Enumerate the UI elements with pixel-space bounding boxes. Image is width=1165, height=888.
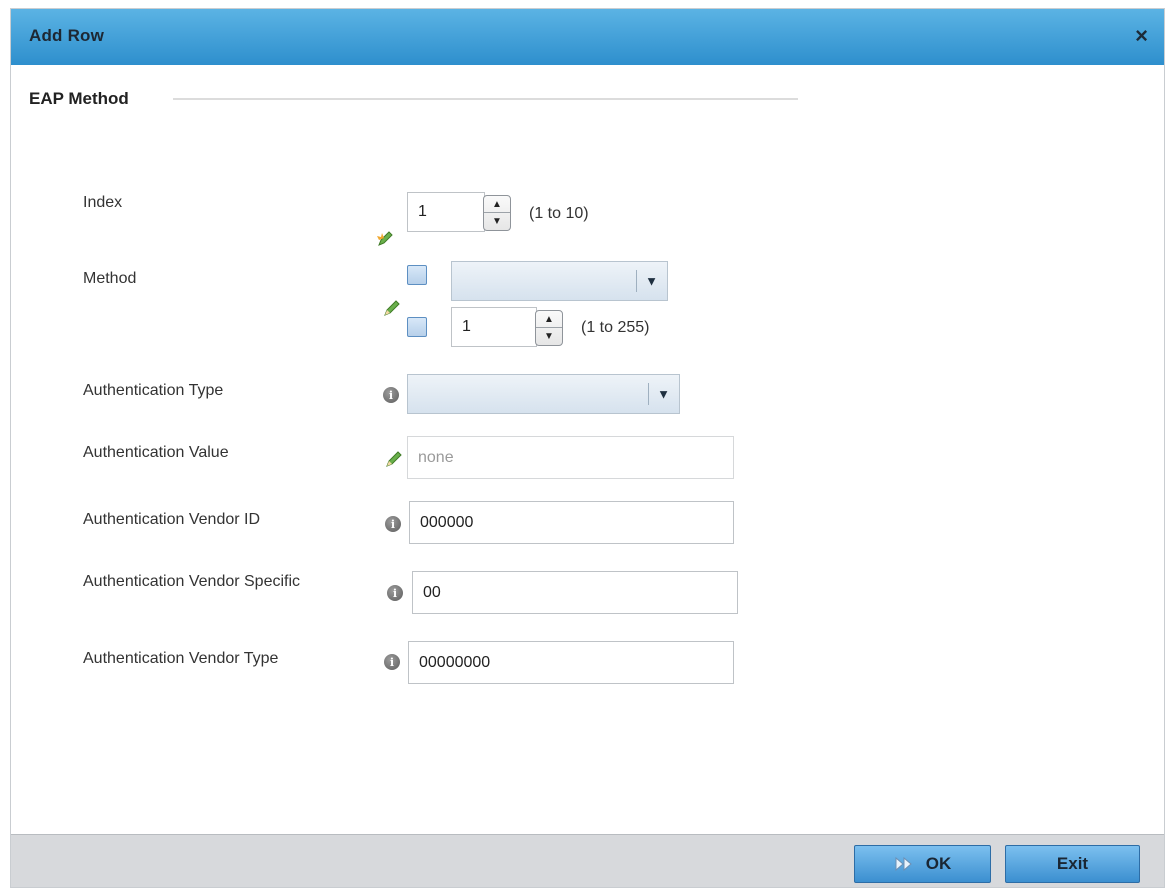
stepper-down-icon[interactable]: ▼ xyxy=(536,328,562,345)
index-stepper[interactable]: ▲ ▼ xyxy=(483,195,511,231)
info-icon: i xyxy=(383,387,399,403)
info-icon: i xyxy=(384,654,400,670)
auth-vendor-id-label: Authentication Vendor ID xyxy=(83,511,261,528)
stepper-up-icon[interactable]: ▲ xyxy=(536,311,562,328)
method-select[interactable]: ▼ xyxy=(451,261,668,301)
index-value: 1 xyxy=(418,203,427,220)
auth-vendor-type-label: Authentication Vendor Type xyxy=(83,650,279,667)
index-input[interactable]: 1 xyxy=(407,192,485,232)
stepper-up-icon[interactable]: ▲ xyxy=(484,196,510,213)
method-stepper[interactable]: ▲ ▼ xyxy=(535,310,563,346)
section-divider xyxy=(173,98,798,100)
auth-type-select[interactable]: ▼ xyxy=(407,374,680,414)
auth-value-input[interactable]: none xyxy=(407,436,734,479)
auth-vendor-type-input[interactable]: 00000000 xyxy=(408,641,734,684)
method-label: Method xyxy=(83,270,137,287)
info-icon: i xyxy=(385,516,401,532)
exit-label: Exit xyxy=(1056,854,1089,873)
required-pencil-icon xyxy=(377,231,393,246)
select-divider xyxy=(636,270,637,292)
info-icon: i xyxy=(387,585,403,601)
section-title: EAP Method xyxy=(29,89,129,108)
add-row-dialog: Add Row × EAP Method Index 1 ▲ ▼ (1 to 1… xyxy=(10,8,1165,888)
dialog-footer: OK Exit xyxy=(11,834,1164,887)
double-arrow-icon xyxy=(894,856,914,872)
dialog-titlebar: Add Row × xyxy=(11,9,1164,65)
method-range: (1 to 255) xyxy=(581,319,650,336)
auth-type-label: Authentication Type xyxy=(83,382,224,399)
pencil-icon xyxy=(386,451,402,467)
method-number-input[interactable]: 1 xyxy=(451,307,537,347)
method-number-value: 1 xyxy=(462,318,471,335)
close-icon[interactable]: × xyxy=(1135,23,1148,49)
dialog-title: Add Row xyxy=(29,26,105,45)
auth-value-placeholder: none xyxy=(418,448,454,466)
ok-label: OK xyxy=(925,854,952,873)
auth-vendor-specific-input[interactable]: 00 xyxy=(412,571,738,614)
index-range: (1 to 10) xyxy=(529,205,589,222)
index-label: Index xyxy=(83,194,123,211)
auth-value-label: Authentication Value xyxy=(83,444,229,461)
stepper-down-icon[interactable]: ▼ xyxy=(484,213,510,230)
pencil-icon xyxy=(384,300,400,316)
auth-vendor-id-value: 000000 xyxy=(420,513,474,531)
method-number-checkbox[interactable] xyxy=(407,317,427,337)
auth-vendor-id-input[interactable]: 000000 xyxy=(409,501,734,544)
select-divider xyxy=(648,383,649,405)
method-select-checkbox[interactable] xyxy=(407,265,427,285)
ok-button[interactable]: OK xyxy=(854,845,991,883)
auth-vendor-type-value: 00000000 xyxy=(419,653,491,671)
chevron-down-icon[interactable]: ▼ xyxy=(657,387,670,402)
auth-vendor-specific-value: 00 xyxy=(423,583,441,601)
exit-button[interactable]: Exit xyxy=(1005,845,1140,883)
chevron-down-icon[interactable]: ▼ xyxy=(645,274,658,289)
auth-vendor-specific-label: Authentication Vendor Specific xyxy=(83,573,301,590)
